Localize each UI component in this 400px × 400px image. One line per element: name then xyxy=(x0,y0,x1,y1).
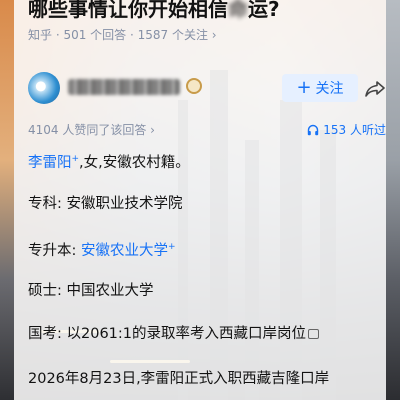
follow-button-label: 关注 xyxy=(315,81,344,97)
person-name-link[interactable]: 李雷阳 xyxy=(28,155,72,171)
background-left-edge xyxy=(0,0,14,400)
question-title[interactable]: 哪些事情让你开始相信命运? xyxy=(28,0,388,24)
exam-value: 以2061:1的录取率考入西藏口岸岗位 xyxy=(66,326,307,342)
diploma-label: 专科: xyxy=(28,196,62,212)
avatar[interactable] xyxy=(28,72,60,104)
university-sup: + xyxy=(168,242,176,252)
question-title-obscured: 命 xyxy=(228,0,248,21)
comment-icon[interactable] xyxy=(308,329,320,339)
answer-line-intro: 李雷阳+,女,安徽农村籍。 xyxy=(28,148,190,174)
intro-text: ,女,安徽农村籍。 xyxy=(79,154,190,171)
listens-count[interactable]: 153 人听过 xyxy=(307,121,386,138)
name-sup: + xyxy=(71,154,80,164)
question-meta[interactable]: 知乎 · 501 个回答 · 1587 个关注 › xyxy=(28,26,217,43)
background-right-edge xyxy=(386,0,400,400)
headphone-icon xyxy=(308,124,319,135)
answer-line-diploma: 专科: 安徽职业技术学院 xyxy=(28,193,183,215)
answer-card: 哪些事情让你开始相信命运? 知乎 · 501 个回答 · 1587 个关注 › … xyxy=(14,0,386,400)
university-link[interactable]: 安徽农业大学 xyxy=(81,243,168,259)
answer-line-job: 2026年8月23日,李雷阳正式入职西藏吉隆口岸 xyxy=(28,371,330,387)
author-name-redacted[interactable] xyxy=(68,79,180,95)
master-label: 硕士: xyxy=(28,283,62,299)
author-badge-icon xyxy=(186,78,202,94)
plus-icon: + xyxy=(296,77,312,98)
exam-label: 国考: xyxy=(28,326,62,342)
answer-line-upgrade: 专升本: 安徽农业大学+ xyxy=(28,236,176,262)
share-icon[interactable] xyxy=(364,80,386,98)
answer-line-master: 硕士: 中国农业大学 xyxy=(28,280,154,302)
answer-line-exam: 国考: 以2061:1的录取率考入西藏口岸岗位 xyxy=(28,323,320,345)
question-title-prefix: 哪些事情让你开始相信 xyxy=(28,0,228,21)
upgrade-label: 专升本: xyxy=(28,242,77,259)
listens-label: 153 人听过 xyxy=(323,123,386,137)
follow-button[interactable]: + 关注 xyxy=(282,74,358,102)
likes-count[interactable]: 4104 人赞同了该回答 › xyxy=(28,121,155,138)
master-value: 中国农业大学 xyxy=(66,283,154,299)
diploma-value: 安徽职业技术学院 xyxy=(66,196,183,212)
author-row: + 关注 xyxy=(28,70,386,110)
question-title-suffix: 运? xyxy=(248,0,280,21)
